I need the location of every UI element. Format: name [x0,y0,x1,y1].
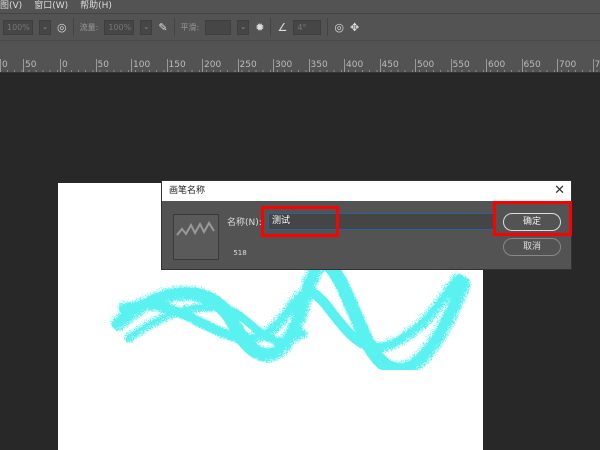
airbrush-icon[interactable]: ✎ [158,21,167,34]
highlight-box-ok [493,201,572,236]
ruler-tick-label: 750 [592,59,600,72]
name-label: 名称(N): [227,218,262,228]
divider [173,18,175,36]
menu-window[interactable]: 窗口(W) [34,0,68,13]
symmetry-icon[interactable]: ✥ [350,21,359,34]
ruler-tick-label: 0 [0,59,8,72]
ruler-tick-label: 150 [166,59,186,72]
cancel-button[interactable]: 取消 [503,238,561,256]
flow-field[interactable]: 100% [104,19,135,35]
ruler-tick-label: 650 [521,59,541,72]
flow-dropdown[interactable]: ⌄ [140,19,153,35]
ruler-tick-label: 350 [308,59,328,72]
ruler-tick-label: 300 [273,59,292,72]
horizontal-ruler: 0 50 0 50 100 150 200 250 300 350 400 450 500 550 600 6… [0,58,600,73]
angle-field[interactable]: 4° [293,19,322,35]
cyan-brush-stroke [108,260,467,370]
opacity-dropdown[interactable]: ⌄ [39,19,51,35]
ruler-tick-label: 50 [95,59,109,72]
smoothing-label: 平滑: [180,22,200,32]
brush-stroke-thumbnail [176,221,215,236]
opacity-field[interactable]: 100% [3,19,33,35]
menu-bar: 图(V) 窗口(W) 帮助(H) [0,0,600,13]
divider [327,18,329,36]
smoothing-field[interactable] [205,19,232,35]
ruler-tick-label: 100 [131,59,150,72]
tab-bar-area [0,40,600,58]
ruler-tick-label: 450 [379,59,399,72]
ruler-tick-label: 550 [450,59,470,72]
highlight-box-name [261,206,339,237]
smoothing-dropdown[interactable]: ⌄ [237,19,250,35]
dialog-title: 画笔名称 [169,186,206,196]
close-icon[interactable]: ✕ [554,181,565,201]
brush-size: 518 [233,249,247,257]
pressure-opacity-icon[interactable]: ◎ [57,21,67,34]
flow-label: 流量: [79,22,99,32]
divider [270,18,272,36]
ruler-tick-label: 50 [23,59,36,72]
gear-icon[interactable]: ✹ [255,21,264,34]
ruler-tick-label: 400 [344,59,363,72]
ruler-tick-label: 200 [202,59,221,72]
angle-icon: ∠ [277,20,288,34]
options-bar: 100% ⌄ ◎ 流量: 100% ⌄ ✎ 平滑: ⌄ ✹ ∠ 4° ◎ ✥ [0,13,600,40]
divider [72,18,74,36]
ruler-tick-label: 700 [557,59,576,72]
ruler-tick-label: 0 [60,59,68,72]
ruler-tick-label: 250 [237,59,257,72]
menu-help[interactable]: 帮助(H) [80,0,112,13]
brush-preview: 518 [173,214,247,260]
ruler-tick-label: 600 [486,59,505,72]
pressure-size-icon[interactable]: ◎ [334,21,344,34]
dialog-title-bar: 画笔名称 ✕ [162,181,571,201]
ruler-tick-label: 500 [415,59,434,72]
menu-view[interactable]: 图(V) [0,0,22,13]
